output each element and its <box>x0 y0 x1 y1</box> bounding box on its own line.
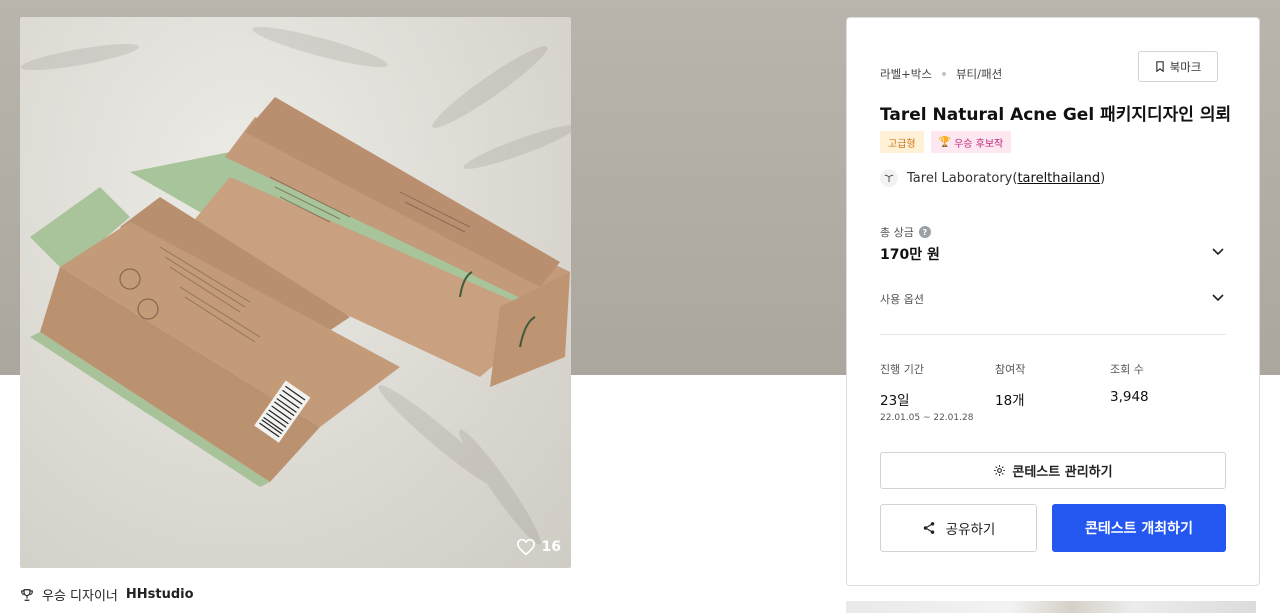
divider <box>880 334 1226 335</box>
host-contest-button[interactable]: 콘테스트 개최하기 <box>1052 504 1226 552</box>
period-label: 진행 기간 <box>880 363 924 376</box>
entries-label: 참여작 <box>995 363 1026 376</box>
stat-views: 조회 수 3,948 <box>1110 361 1149 405</box>
period-range: 22.01.05 ~ 22.01.28 <box>880 413 974 423</box>
prize-chevron-down-icon[interactable] <box>1211 244 1225 258</box>
category-secondary[interactable]: 뷰티/패션 <box>956 66 1002 82</box>
winner-designer: 우승 디자이너 HHstudio <box>20 585 194 604</box>
separator-dot <box>941 72 946 76</box>
host-paren-close: ) <box>1100 170 1106 186</box>
bookmark-label: 북마크 <box>1169 59 1202 74</box>
trophy-emoji-icon: 🏆 <box>938 136 952 148</box>
winner-prefix: 우승 디자이너 <box>42 589 118 604</box>
packaging-illustration <box>20 26 571 545</box>
contest-info-card: 라벨+박스 뷰티/패션 북마크 Tarel Natural Acne Gel 패… <box>846 17 1260 586</box>
winning-design-image[interactable]: 16 <box>20 17 571 568</box>
page-title: Tarel Natural Acne Gel 패키지디자인 의뢰 <box>880 105 1232 125</box>
candidate-badge: 🏆 우승 후보작 <box>930 131 1012 153</box>
help-icon[interactable]: ? <box>918 226 931 238</box>
breadcrumb: 라벨+박스 뷰티/패션 <box>880 66 1002 82</box>
options-label: 사용 옵션 <box>880 293 924 306</box>
trophy-icon <box>21 588 33 601</box>
premium-badge: 고급형 <box>880 131 924 153</box>
manage-contest-button[interactable]: 콘테스트 관리하기 <box>880 452 1226 489</box>
share-button[interactable]: 공유하기 <box>880 504 1037 552</box>
share-icon <box>923 522 934 534</box>
like-counter[interactable]: 16 <box>516 538 561 556</box>
host-name: Tarel Laboratory <box>907 170 1013 186</box>
host-logo-icon <box>880 169 898 187</box>
gear-icon <box>994 465 1006 476</box>
bookmark-icon <box>1155 61 1164 72</box>
prize-label: 총 상금 ? <box>880 224 931 240</box>
heart-icon <box>516 538 535 556</box>
host-info: Tarel Laboratory(tarelthailand) <box>880 169 1105 187</box>
stat-period: 진행 기간 23일 22.01.05 ~ 22.01.28 <box>880 361 973 423</box>
host-handle-link[interactable]: tarelthailand <box>1017 171 1100 186</box>
entries-value: 18개 <box>995 393 1025 409</box>
prize-label-text: 총 상금 <box>880 226 914 239</box>
views-value: 3,948 <box>1110 389 1149 405</box>
category-primary[interactable]: 라벨+박스 <box>880 66 932 82</box>
manage-label: 콘테스트 관리하기 <box>1012 465 1113 480</box>
options-chevron-down-icon[interactable] <box>1211 290 1225 304</box>
related-item-thumbnail[interactable] <box>846 601 1256 613</box>
badge-group: 고급형 🏆 우승 후보작 <box>880 131 1012 153</box>
views-label: 조회 수 <box>1110 363 1144 376</box>
candidate-badge-label: 우승 후보작 <box>954 138 1004 150</box>
winner-name[interactable]: HHstudio <box>126 587 194 602</box>
share-label: 공유하기 <box>945 522 996 538</box>
prize-value: 170만 원 <box>880 247 940 263</box>
like-count: 16 <box>541 539 561 555</box>
period-value: 23일 <box>880 393 910 409</box>
bookmark-button[interactable]: 북마크 <box>1138 51 1218 82</box>
stat-entries: 참여작 18개 <box>995 361 1025 409</box>
